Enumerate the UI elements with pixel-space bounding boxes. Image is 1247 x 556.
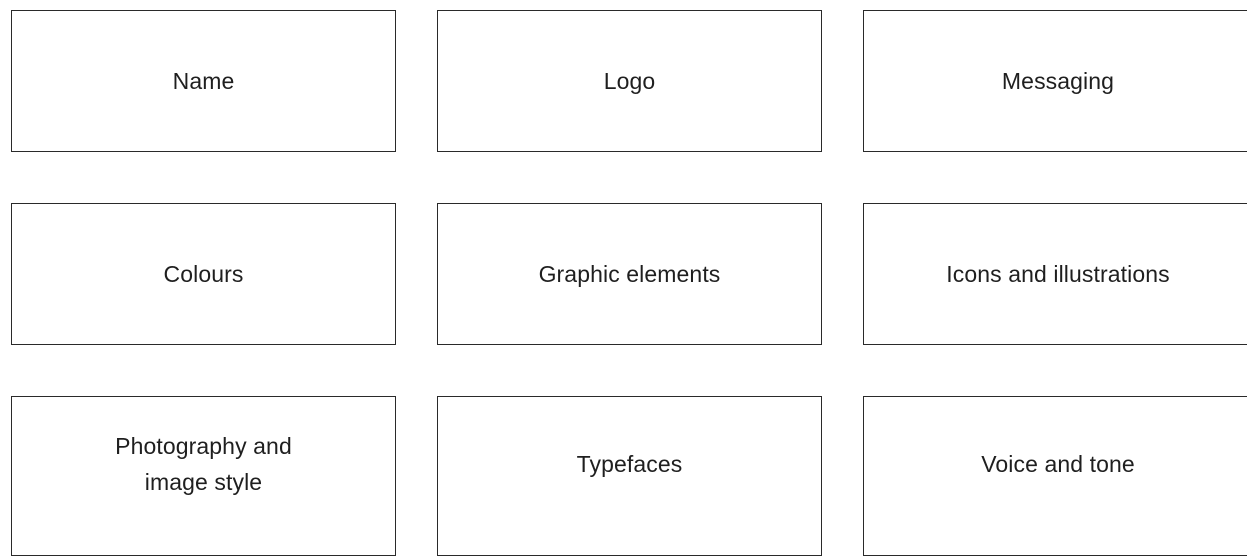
card-logo: Logo [437, 10, 822, 152]
card-label: Photography and image style [115, 433, 292, 495]
card-messaging: Messaging [863, 10, 1247, 152]
card-voice-and-tone: Voice and tone [863, 396, 1247, 556]
card-photography-and-image-style: Photography and image style [11, 396, 396, 556]
card-label: Logo [603, 68, 656, 94]
card-label: Graphic elements [538, 261, 721, 287]
card-label: Typefaces [576, 451, 683, 477]
card-label: Voice and tone [981, 451, 1135, 477]
card-graphic-elements: Graphic elements [437, 203, 822, 345]
card-colours: Colours [11, 203, 396, 345]
card-icons-and-illustrations: Icons and illustrations [863, 203, 1247, 345]
card-name: Name [11, 10, 396, 152]
card-label: Name [172, 68, 235, 94]
card-label: Messaging [1001, 68, 1115, 94]
card-typefaces: Typefaces [437, 396, 822, 556]
card-label: Icons and illustrations [946, 261, 1170, 287]
card-label: Colours [163, 261, 244, 287]
